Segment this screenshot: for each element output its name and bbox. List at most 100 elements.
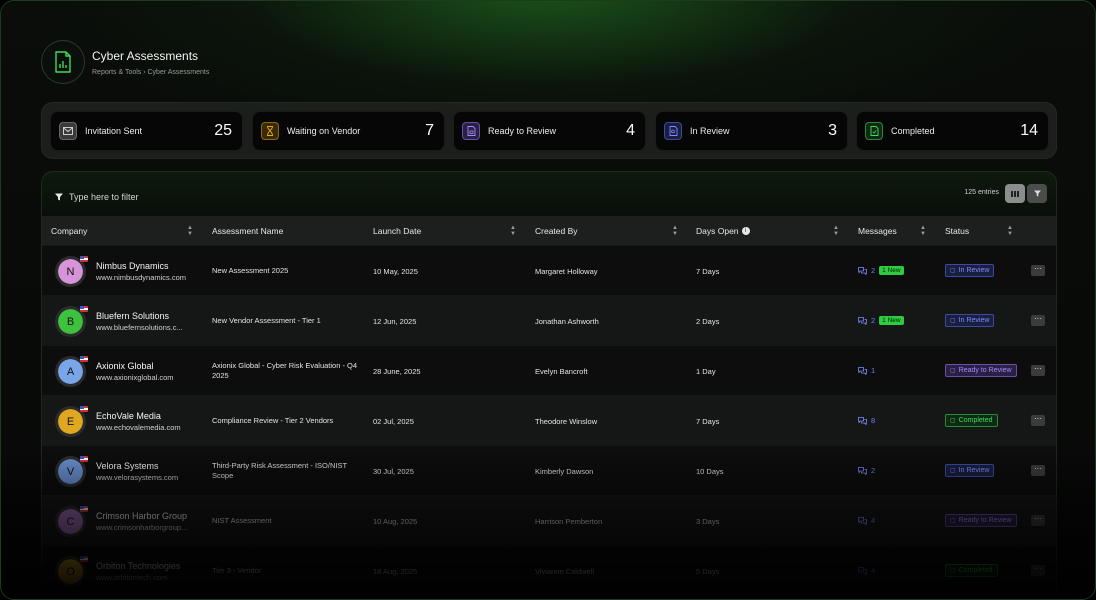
new-messages-badge: 1 New [879, 266, 904, 275]
column-company[interactable]: Company [51, 226, 87, 236]
company-url[interactable]: www.velorasystems.com [96, 473, 196, 482]
assessment-name[interactable]: NIST Assessment [212, 516, 362, 526]
message-count: 4 [871, 566, 876, 575]
assessment-name[interactable]: Axionix Global - Cyber Risk Evaluation -… [212, 361, 362, 381]
company-url[interactable]: www.nimbusdynamics.com [96, 273, 196, 282]
assessment-name[interactable]: Tier 3 - Vendor [212, 566, 362, 576]
sort-icon[interactable]: ▲ ▼ [672, 225, 678, 237]
column-created-by[interactable]: Created By [535, 226, 578, 236]
messages-link[interactable]: 21 New [858, 266, 904, 275]
row-actions-button[interactable]: ··· [1031, 565, 1045, 576]
messages-link[interactable]: 8 [858, 416, 875, 425]
stat-completed[interactable]: Completed 14 [856, 111, 1049, 151]
sort-icon[interactable]: ▲ ▼ [510, 225, 516, 237]
messages-link[interactable]: 4 [858, 516, 875, 525]
days-open: 7 Days [696, 267, 720, 276]
grid-view-button[interactable] [1005, 184, 1025, 203]
messages-link[interactable]: 4 [858, 566, 875, 575]
row-actions-button[interactable]: ··· [1031, 415, 1045, 426]
created-by: Evelyn Bancroft [535, 367, 588, 376]
company-url[interactable]: www.bluefernsolutions.c... [96, 323, 196, 332]
messages-link[interactable]: 21 New [858, 316, 904, 325]
chat-icon [858, 416, 867, 425]
lock-file-icon: ▢ [950, 518, 956, 524]
filter-input[interactable]: Type here to filter [55, 188, 139, 206]
company-url[interactable]: www.axionixglobal.com [96, 373, 196, 382]
message-count: 2 [871, 266, 876, 275]
table-row[interactable]: E EchoVale Media www.echovalemedia.com Comp… [42, 395, 1056, 445]
assessment-name[interactable]: New Assessment 2025 [212, 266, 362, 276]
stat-value: 14 [1020, 122, 1038, 139]
column-status[interactable]: Status [945, 226, 969, 236]
table-row[interactable]: O Orbiton Technologies www.orbitontech.com… [42, 545, 1056, 595]
company-name[interactable]: Orbiton Technologies [96, 561, 180, 571]
row-actions-button[interactable]: ··· [1031, 515, 1045, 526]
stat-ready-to-review[interactable]: Ready to Review 4 [453, 111, 646, 151]
us-flag-icon [80, 356, 88, 362]
table-row[interactable]: V Velora Systems www.velorasystems.com Thir… [42, 445, 1056, 495]
company-name[interactable]: Axionix Global [96, 361, 154, 371]
check-file-icon [865, 122, 883, 140]
status-badge: ▢ Ready to Review [945, 514, 1017, 527]
messages-link[interactable]: 1 [858, 366, 875, 375]
assessment-name[interactable]: New Vendor Assessment - Tier 1 [212, 316, 362, 326]
stat-label: Ready to Review [488, 126, 557, 136]
days-open: 5 Days [696, 567, 720, 576]
company-url[interactable]: www.echovalemedia.com [96, 423, 196, 432]
company-name[interactable]: EchoVale Media [96, 411, 161, 421]
column-days-open[interactable]: Days Open i [696, 226, 750, 236]
company-name[interactable]: Nimbus Dynamics [96, 261, 169, 271]
us-flag-icon [80, 256, 88, 262]
stats-bar: Invitation Sent 25 Waiting on Vendor 7 R… [41, 102, 1057, 159]
message-count: 8 [871, 416, 876, 425]
sort-icon[interactable]: ▲ ▼ [920, 225, 926, 237]
table-row[interactable]: B Bluefern Solutions www.bluefernsolutions… [42, 295, 1056, 345]
stat-in-review[interactable]: In Review 3 [655, 111, 848, 151]
breadcrumb[interactable]: Reports & Tools › Cyber Assessments [92, 69, 209, 76]
chat-icon [858, 466, 867, 475]
company-url[interactable]: www.crimsonharborgroup... [96, 523, 196, 532]
table-row[interactable]: A Axionix Global www.axionixglobal.com Axio… [42, 345, 1056, 395]
sort-icon[interactable]: ▲ ▼ [187, 225, 193, 237]
status-badge: ▢ Completed [945, 564, 998, 577]
row-actions-button[interactable]: ··· [1031, 365, 1045, 376]
status-label: Ready to Review [958, 367, 1012, 374]
lock-file-icon: ▢ [950, 368, 956, 374]
company-url[interactable]: www.orbitontech.com [96, 573, 196, 582]
filter-placeholder: Type here to filter [69, 192, 139, 202]
row-actions-button[interactable]: ··· [1031, 465, 1045, 476]
sort-icon[interactable]: ▲ ▼ [1007, 225, 1013, 237]
created-by: Theodore Winslow [535, 417, 598, 426]
assessment-name[interactable]: Third-Party Risk Assessment - ISO/NIST S… [212, 461, 362, 481]
assessments-table-panel: Type here to filter 125 entries Company … [41, 171, 1057, 599]
filter-view-button[interactable] [1027, 184, 1047, 203]
column-assessment-name[interactable]: Assessment Name [212, 226, 283, 236]
messages-link[interactable]: 2 [858, 466, 875, 475]
info-icon[interactable]: i [741, 226, 750, 235]
company-name[interactable]: Crimson Harbor Group [96, 511, 187, 521]
row-actions-button[interactable]: ··· [1031, 265, 1045, 276]
table-row[interactable]: C Crimson Harbor Group www.crimsonharborgr… [42, 495, 1056, 545]
row-actions-button[interactable]: ··· [1031, 315, 1045, 326]
column-messages[interactable]: Messages [858, 226, 897, 236]
stat-invitation-sent[interactable]: Invitation Sent 25 [50, 111, 243, 151]
chat-icon [858, 266, 867, 275]
stat-value: 3 [828, 122, 837, 139]
assessment-name[interactable]: Compliance Review - Tier 2 Vendors [212, 416, 362, 426]
message-count: 2 [871, 316, 876, 325]
status-badge: ▢ Ready to Review [945, 364, 1017, 377]
company-name[interactable]: Velora Systems [96, 461, 159, 471]
column-launch-date[interactable]: Launch Date [373, 226, 421, 236]
created-by: Margaret Holloway [535, 267, 598, 276]
sort-icon[interactable]: ▲ ▼ [833, 225, 839, 237]
status-badge: ▢ In Review [945, 264, 995, 277]
chart-document-icon [41, 40, 85, 84]
company-name[interactable]: Bluefern Solutions [96, 311, 169, 321]
stat-waiting-on-vendor[interactable]: Waiting on Vendor 7 [252, 111, 445, 151]
launch-date: 10 May, 2025 [373, 267, 418, 276]
days-open: 7 Days [696, 417, 720, 426]
status-label: Ready to Review [958, 517, 1012, 524]
status-label: In Review [958, 267, 990, 274]
table-row[interactable]: N Nimbus Dynamics www.nimbusdynamics.com Ne… [42, 245, 1056, 295]
created-by: Kimberly Dawson [535, 467, 594, 476]
